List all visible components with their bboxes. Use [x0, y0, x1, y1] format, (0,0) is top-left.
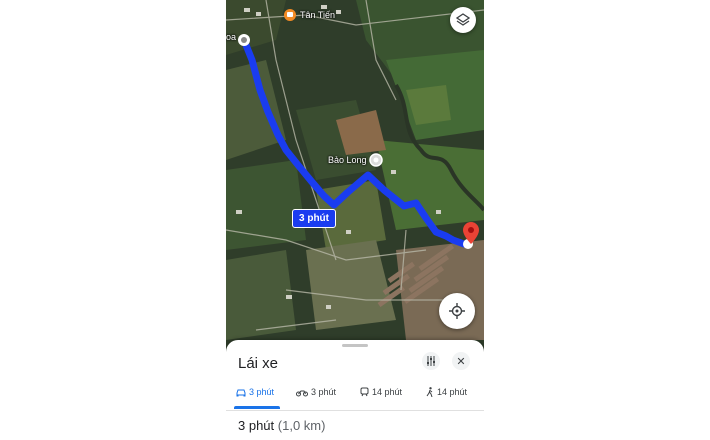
drag-handle[interactable]	[342, 344, 368, 347]
layers-icon	[456, 13, 470, 26]
tab-drive[interactable]: 3 phút	[236, 387, 274, 397]
transit-icon	[360, 387, 369, 397]
layers-button[interactable]	[450, 7, 476, 33]
car-icon	[236, 389, 246, 396]
route-summary: 3 phút (1,0 km)	[238, 418, 325, 433]
tab-transit-label: 14 phút	[372, 387, 403, 397]
phone-screen: Tân Tiến oa Bảo Long 3 phút Lái xe ✕ 3 p…	[226, 0, 484, 440]
tab-motorbike-label: 3 phút	[311, 387, 337, 397]
route-time-badge[interactable]: 3 phút	[292, 209, 336, 228]
motorbike-icon	[296, 390, 308, 396]
travel-mode-tabs: 3 phút 3 phút 14 phút 14 phút	[226, 384, 484, 411]
tab-drive-label: 3 phút	[249, 387, 275, 397]
active-tab-indicator	[234, 406, 280, 409]
place-label-tan-tien: Tân Tiến	[300, 10, 336, 20]
tab-walk[interactable]: 14 phút	[426, 387, 467, 397]
options-button[interactable]	[422, 352, 440, 370]
place-label-bao-long: Bảo Long	[328, 155, 367, 165]
summary-time: 3 phút	[238, 418, 275, 433]
close-icon: ✕	[456, 355, 466, 368]
tab-motorbike[interactable]: 3 phút	[296, 387, 336, 397]
tab-walk-label: 14 phút	[437, 387, 468, 397]
walk-icon	[426, 387, 433, 397]
my-location-icon	[449, 303, 465, 319]
tab-transit[interactable]: 14 phút	[360, 387, 402, 397]
summary-distance: (1,0 km)	[277, 418, 326, 433]
place-label-partial: oa	[226, 32, 237, 42]
directions-sheet[interactable]: Lái xe ✕ 3 phút 3 phút 14 phút 14 phút 3…	[226, 340, 484, 440]
my-location-button[interactable]	[439, 293, 475, 329]
close-button[interactable]: ✕	[452, 352, 470, 370]
red-pin-icon[interactable]	[463, 222, 479, 244]
tune-icon	[427, 356, 435, 366]
sheet-title: Lái xe	[238, 355, 279, 372]
